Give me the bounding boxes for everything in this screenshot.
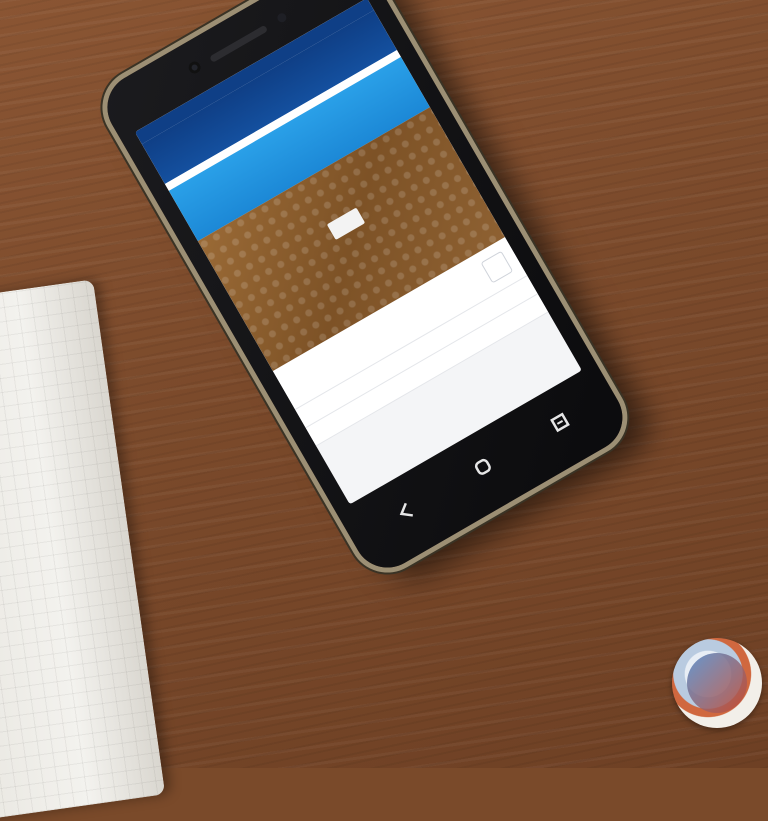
- watermark-badge: [672, 638, 762, 728]
- badge-inner: [687, 653, 747, 713]
- recent-apps-icon[interactable]: [540, 402, 581, 443]
- back-icon[interactable]: [385, 491, 426, 532]
- banner-tag: [326, 207, 366, 241]
- home-icon[interactable]: [462, 446, 503, 487]
- list-item-chip[interactable]: [480, 250, 514, 284]
